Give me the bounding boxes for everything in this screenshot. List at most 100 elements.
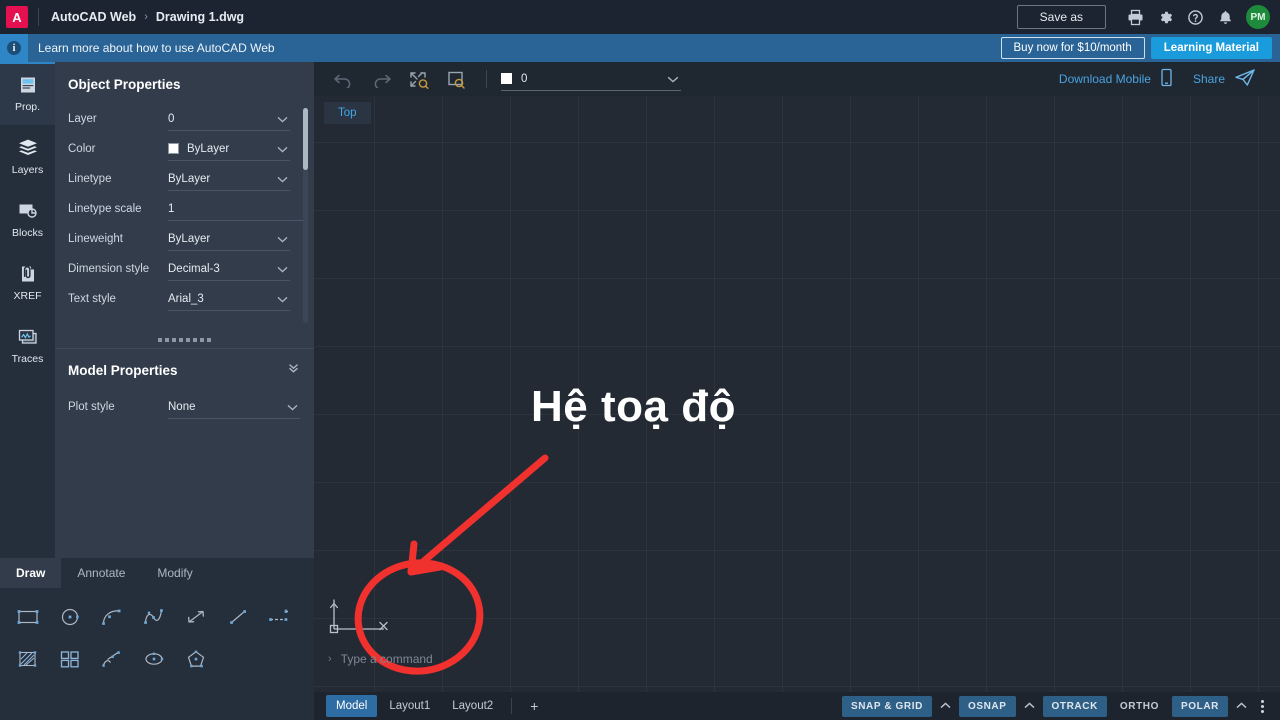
zoom-extents-icon[interactable] xyxy=(400,62,438,96)
property-value: ByLayer xyxy=(187,142,230,155)
toggle-ortho[interactable]: ORTHO xyxy=(1111,696,1168,717)
toggle-osnap[interactable]: OSNAP xyxy=(958,695,1016,717)
command-line[interactable]: › xyxy=(314,646,1280,672)
status-bar: Model Layout1 Layout2 + SNAP & GRID OSNA… xyxy=(314,692,1280,720)
line-icon[interactable] xyxy=(217,598,259,636)
property-value: Arial_3 xyxy=(168,292,204,305)
tab-annotate[interactable]: Annotate xyxy=(61,558,141,588)
gear-icon[interactable] xyxy=(1150,2,1180,32)
ellipse-icon[interactable] xyxy=(133,640,175,678)
polyline-arc-icon[interactable] xyxy=(91,640,133,678)
share-label: Share xyxy=(1192,72,1225,86)
layer-select[interactable]: 0 xyxy=(168,107,290,131)
command-prompt-icon: › xyxy=(328,653,332,665)
sidebar-item-layers[interactable]: Layers xyxy=(0,125,55,188)
dimension-style-select[interactable]: Decimal-3 xyxy=(168,257,290,281)
drawing-canvas[interactable]: 0 Download Mobile Share Top Hệ toạ độ › … xyxy=(314,62,1280,720)
command-input[interactable] xyxy=(340,652,641,666)
array-icon[interactable] xyxy=(49,640,91,678)
banner-message: Learn more about how to use AutoCAD Web xyxy=(38,41,275,55)
linetype-scale-input[interactable]: 1 xyxy=(168,197,304,221)
collapse-chevron-icon[interactable] xyxy=(287,361,300,379)
chevron-down-icon xyxy=(667,70,679,88)
lineweight-select[interactable]: ByLayer xyxy=(168,227,290,251)
sidebar-item-label: Layers xyxy=(11,164,44,176)
properties-panel: Object Properties Layer 0 Color ByLayer xyxy=(55,62,314,558)
spline-icon[interactable] xyxy=(133,598,175,636)
toggle-polar[interactable]: POLAR xyxy=(1172,695,1228,717)
logo-a-icon: A xyxy=(6,6,28,28)
sidebar-item-xref[interactable]: XREF xyxy=(0,251,55,314)
redo-icon[interactable] xyxy=(362,62,400,96)
traces-icon xyxy=(16,326,40,348)
sidebar-item-label: XREF xyxy=(13,290,42,302)
sidebar-item-label: Blocks xyxy=(12,227,43,239)
help-icon[interactable] xyxy=(1180,2,1210,32)
autodesk-logo[interactable]: A xyxy=(0,0,34,34)
arc-icon[interactable] xyxy=(91,598,133,636)
property-row-lineweight: Lineweight ByLayer xyxy=(68,224,314,254)
zoom-window-icon[interactable] xyxy=(438,62,476,96)
sidebar-item-traces[interactable]: Traces xyxy=(0,314,55,377)
active-layer-select[interactable]: 0 xyxy=(501,67,681,91)
property-label: Linetype xyxy=(68,173,112,185)
property-label: Color xyxy=(68,143,96,155)
print-icon[interactable] xyxy=(1120,2,1150,32)
dimension-icon[interactable] xyxy=(259,598,301,636)
layout-tabs-divider xyxy=(511,698,513,714)
share-button[interactable]: Share xyxy=(1183,68,1266,90)
tab-draw[interactable]: Draw xyxy=(0,558,62,588)
breadcrumb-separator-icon: › xyxy=(144,11,148,23)
sidebar-item-label: Traces xyxy=(11,353,44,365)
text-style-select[interactable]: Arial_3 xyxy=(168,287,290,311)
draw-toolbar-tabs: Draw Annotate Modify xyxy=(0,558,314,588)
layout-tab-model[interactable]: Model xyxy=(326,695,378,717)
blocks-icon xyxy=(16,200,40,222)
draw-toolbar: Draw Annotate Modify xyxy=(0,558,314,720)
xref-icon xyxy=(17,263,39,285)
tab-modify[interactable]: Modify xyxy=(141,558,208,588)
toggle-snap-grid[interactable]: SNAP & GRID xyxy=(841,695,932,717)
hatch-icon[interactable] xyxy=(7,640,49,678)
plot-style-select[interactable]: None xyxy=(168,395,300,419)
undo-icon[interactable] xyxy=(324,62,362,96)
properties-scrollbar-thumb[interactable] xyxy=(303,108,308,170)
model-properties-list: Plot style None xyxy=(55,392,314,422)
learning-material-button[interactable]: Learning Material xyxy=(1150,37,1272,59)
user-avatar[interactable]: PM xyxy=(1246,5,1270,29)
bell-icon[interactable] xyxy=(1210,2,1240,32)
rectangle-icon[interactable] xyxy=(7,598,49,636)
download-mobile-button[interactable]: Download Mobile xyxy=(1049,68,1183,90)
property-value: 1 xyxy=(168,202,175,215)
layout-tab-layout1[interactable]: Layout1 xyxy=(379,695,440,717)
polygon-icon[interactable] xyxy=(175,640,217,678)
property-label: Dimension style xyxy=(68,263,150,275)
viewport-view-label[interactable]: Top xyxy=(324,102,371,124)
toggle-otrack[interactable]: OTRACK xyxy=(1042,695,1107,717)
osnap-chevron-icon[interactable] xyxy=(1020,701,1039,712)
save-as-button[interactable]: Save as xyxy=(1016,5,1106,29)
color-swatch-icon xyxy=(168,143,179,154)
chevron-down-icon xyxy=(277,230,288,248)
buy-now-button[interactable]: Buy now for $10/month xyxy=(1000,37,1145,59)
breadcrumb-app-name[interactable]: AutoCAD Web xyxy=(51,10,136,24)
mobile-phone-icon xyxy=(1160,68,1173,90)
panel-resize-handle[interactable] xyxy=(55,332,314,348)
status-more-options-icon[interactable] xyxy=(1255,699,1272,713)
status-toggles: SNAP & GRID OSNAP OTRACK ORTHO POLAR xyxy=(841,695,1280,717)
autocad-web-app: A AutoCAD Web › Drawing 1.dwg Save as PM… xyxy=(0,0,1280,720)
layout-tab-layout2[interactable]: Layout2 xyxy=(442,695,503,717)
sidebar-item-properties[interactable]: Prop. xyxy=(0,62,55,125)
property-value: ByLayer xyxy=(168,172,211,185)
circle-icon[interactable] xyxy=(49,598,91,636)
add-layout-button[interactable]: + xyxy=(520,698,548,714)
polar-chevron-icon[interactable] xyxy=(1232,701,1251,712)
breadcrumb-file-name[interactable]: Drawing 1.dwg xyxy=(156,10,244,24)
color-select[interactable]: ByLayer xyxy=(168,137,290,161)
linetype-select[interactable]: ByLayer xyxy=(168,167,290,191)
ray-icon[interactable] xyxy=(175,598,217,636)
properties-scrollbar[interactable] xyxy=(303,108,308,323)
app-header: A AutoCAD Web › Drawing 1.dwg Save as PM xyxy=(0,0,1280,34)
sidebar-item-blocks[interactable]: Blocks xyxy=(0,188,55,251)
snap-grid-chevron-icon[interactable] xyxy=(936,701,955,712)
